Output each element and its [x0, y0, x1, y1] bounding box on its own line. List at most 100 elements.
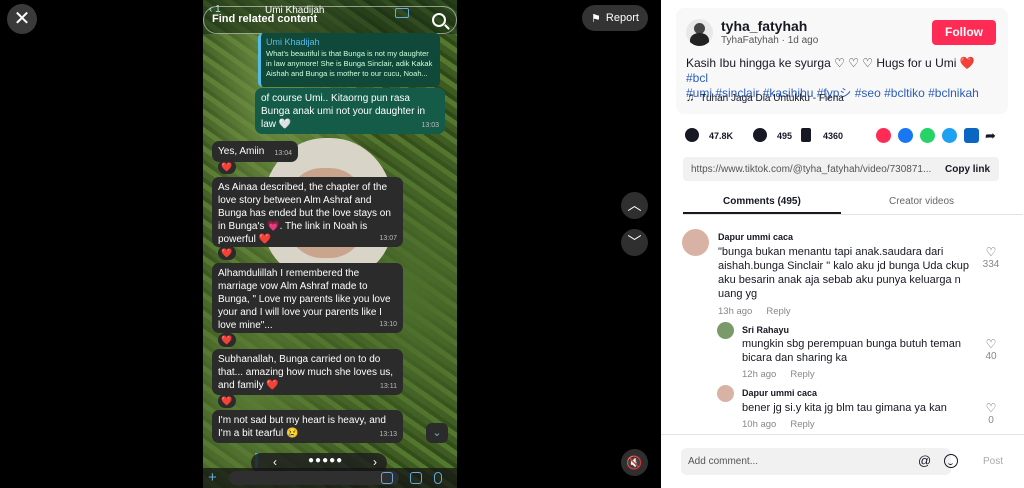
linkedin-icon[interactable] [964, 128, 979, 143]
comment-meta: 13h ago Reply [718, 306, 805, 317]
chat-input [229, 471, 399, 485]
tab-comments[interactable]: Comments (495) [723, 196, 801, 207]
comment-time: 10h ago [742, 419, 777, 430]
caption-text: Kasih Ibu hingga ke syurga ♡ ♡ ♡ Hugs fo… [686, 56, 957, 70]
reply-button[interactable]: Reply [790, 369, 814, 380]
share-link-box: https://www.tiktok.com/@tyha_fatyhah/vid… [683, 157, 999, 181]
comment-text: bener jg si.y kita jg blm tau gimana ya … [742, 402, 947, 414]
comment-time: 13h ago [718, 306, 753, 317]
save-count: 4360 [823, 131, 844, 141]
facebook-icon[interactable] [898, 128, 913, 143]
previous-video-button[interactable]: ︿ [621, 192, 648, 219]
heart-outline-icon: ♡ [985, 401, 997, 415]
flag-icon: ⚑ [591, 12, 601, 25]
quote-text: What's beautiful is that Bunga is not my… [266, 49, 433, 78]
share-arrow-icon[interactable]: ➦ [985, 128, 1000, 143]
reply-item: Sri Rahayu mungkin sbg perempuan bunga b… [717, 322, 1007, 382]
sticker-icon [381, 472, 393, 484]
bookmark-icon[interactable] [801, 128, 811, 142]
report-button[interactable]: ⚑ Report [582, 5, 648, 31]
comment-like[interactable]: ♡ 0 [976, 401, 1006, 426]
search-icon [432, 13, 446, 27]
bubble-text: Alhamdulillah I remembered the marriage … [218, 268, 391, 331]
next-video-button[interactable]: ﹀ [621, 229, 648, 256]
close-button[interactable]: ✕ [7, 4, 37, 34]
hashtag-bcl[interactable]: #bcl [686, 71, 708, 85]
heart-icon[interactable] [685, 128, 699, 142]
repost-icon[interactable] [876, 128, 891, 143]
chat-input-bar: + [203, 468, 457, 488]
chevron-down-icon: ⌄ [432, 427, 442, 439]
comment-like-count: 0 [988, 415, 994, 426]
carousel-dots: ●●●●● [308, 455, 344, 466]
reply-button[interactable]: Reply [790, 419, 814, 430]
comment-like[interactable]: ♡ 334 [976, 245, 1006, 270]
add-comment-input[interactable]: Add comment... @ [681, 448, 958, 475]
author-display-name: TyhaFatyhah [721, 35, 779, 46]
add-comment-placeholder: Add comment... [688, 456, 759, 467]
video-viewer: ✕ ‹ 1 Umi Khadijah Find related content … [0, 0, 661, 488]
comment-time: 12h ago [742, 369, 777, 380]
whatsapp-icon[interactable] [920, 128, 935, 143]
quoted-message: Umi Khadijah What's beautiful is that Bu… [258, 33, 440, 87]
author-avatar[interactable] [686, 19, 713, 46]
video-player[interactable]: ‹ 1 Umi Khadijah Find related content Um… [203, 0, 457, 488]
report-label: Report [605, 12, 639, 24]
reaction-heart: ❤️ [218, 333, 236, 347]
reaction-heart: ❤️ [218, 394, 236, 408]
mention-icon[interactable]: @ [918, 453, 931, 468]
find-related-search[interactable]: Find related content [203, 6, 457, 34]
commenter-name[interactable]: Dapur ummi caca [718, 232, 793, 242]
comment-meta: 12h ago Reply [742, 369, 829, 380]
mute-button[interactable]: 🔇 [621, 449, 648, 476]
reply-button[interactable]: Reply [766, 306, 790, 317]
comment-text: mungkin sbg perempuan bunga butuh teman … [742, 338, 961, 364]
carousel-prev-button[interactable]: ‹ [273, 455, 277, 469]
commenter-name[interactable]: Dapur ummi caca [742, 388, 817, 398]
chat-bubble: As Ainaa described, the chapter of the l… [212, 177, 403, 247]
comment-meta: 10h ago Reply [742, 419, 829, 430]
comment-text: "bunga bukan menantu tapi anak.saudara d… [718, 246, 969, 300]
music-link[interactable]: ♫ Tuhan Jaga Dia Untukku - Fiena [686, 92, 844, 104]
reaction-heart: ❤️ [218, 246, 236, 260]
mic-icon [434, 472, 442, 484]
twitter-icon[interactable] [942, 128, 957, 143]
carousel-next-button[interactable]: › [373, 455, 377, 469]
comment-count: 495 [777, 131, 793, 141]
speaker-muted-icon: 🔇 [626, 455, 643, 470]
comment-like[interactable]: ♡ 40 [976, 337, 1006, 362]
quote-author: Umi Khadijah [266, 37, 320, 47]
author-username[interactable]: tyha_fatyhah [721, 18, 807, 34]
bubble-text: Yes, Amiin [218, 146, 265, 157]
chat-bubble: I'm not sad but my heart is heavy, and I… [212, 410, 403, 443]
comment-like-count: 40 [985, 351, 997, 362]
chevron-up-icon: ︿ [627, 197, 642, 213]
plus-icon: + [208, 469, 217, 486]
commenter-avatar[interactable] [717, 322, 734, 339]
music-title: Tuhan Jaga Dia Untukku - Fiena [700, 93, 844, 104]
heart-outline-icon: ♡ [985, 245, 997, 259]
bubble-time: 13:11 [380, 383, 397, 390]
scroll-down-button[interactable]: ⌄ [426, 423, 448, 443]
bubble-time: 13:13 [379, 431, 397, 438]
tab-creator-videos[interactable]: Creator videos [889, 196, 954, 207]
comment-item: Dapur ummi caca "bunga bukan menantu tap… [682, 229, 1002, 319]
emoji-icon[interactable] [944, 454, 958, 468]
post-button[interactable]: Post [983, 456, 1003, 467]
search-placeholder: Find related content [212, 13, 318, 25]
bubble-time: 13:03 [421, 122, 439, 129]
commenter-avatar[interactable] [682, 229, 709, 256]
commenter-name[interactable]: Sri Rahayu [742, 325, 789, 335]
details-panel: tyha_fatyhah TyhaFatyhah · 1d ago Follow… [661, 0, 1024, 488]
chat-bubble: Alhamdulillah I remembered the marriage … [212, 263, 403, 333]
comment-icon[interactable] [753, 128, 767, 142]
bubble-time: 13:04 [274, 150, 292, 157]
panel-tabs: Comments (495) Creator videos [683, 190, 1023, 215]
commenter-avatar[interactable] [717, 385, 734, 402]
copy-link-button[interactable]: Copy link [945, 164, 990, 175]
follow-button[interactable]: Follow [932, 20, 996, 45]
share-link-text: https://www.tiktok.com/@tyha_fatyhah/vid… [691, 164, 932, 175]
comment-footer: Add comment... @ Post [661, 434, 1024, 488]
tiktok-page: ✕ ‹ 1 Umi Khadijah Find related content … [0, 0, 1024, 488]
heart-emoji: ❤️ [959, 56, 975, 70]
